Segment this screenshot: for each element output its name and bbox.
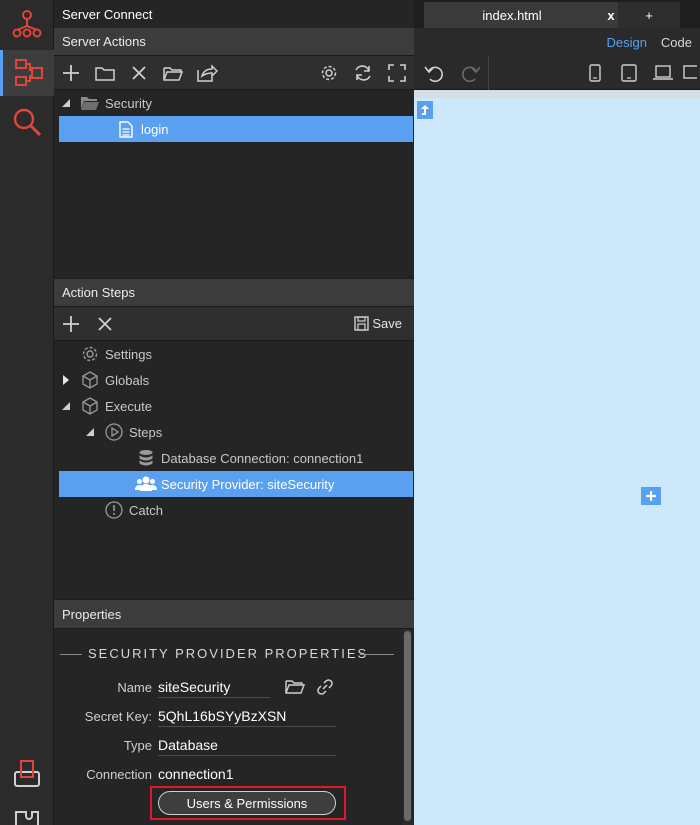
play-circle-icon	[103, 423, 125, 441]
save-label: Save	[372, 316, 402, 331]
link-icon[interactable]	[316, 678, 334, 696]
collapsed-arrow-icon[interactable]	[59, 375, 73, 385]
scrollbar-thumb[interactable]	[404, 631, 411, 821]
prop-type-row: Type Database	[62, 732, 352, 758]
browse-folder-icon[interactable]	[282, 679, 308, 695]
prop-connection-row: Connection connection1	[62, 761, 352, 787]
tree-item-login[interactable]: login	[59, 116, 413, 142]
search-icon[interactable]	[7, 102, 47, 142]
section-title: SECURITY PROVIDER PROPERTIES	[88, 646, 369, 661]
refresh-icon[interactable]	[346, 58, 380, 88]
tab-index-html[interactable]: index.html x	[424, 2, 622, 28]
properties-scrollbar[interactable]	[403, 629, 412, 825]
tab-label: index.html	[482, 7, 542, 23]
server-actions-toolbar	[54, 56, 414, 90]
users-permissions-button[interactable]: Users & Permissions	[158, 791, 336, 815]
prop-label: Secret Key:	[84, 708, 152, 724]
prop-label: Connection	[86, 766, 152, 782]
cube-icon	[79, 397, 101, 415]
secret-key-input[interactable]: 5QhL16bSYyBzXSN	[158, 705, 336, 727]
window-title: Server Connect	[54, 0, 414, 28]
step-label: Globals	[105, 372, 150, 388]
desktop-view-icon[interactable]	[680, 58, 700, 88]
new-tab-button[interactable]: +	[618, 2, 680, 28]
exclamation-circle-icon	[103, 501, 125, 519]
save-icon	[354, 316, 370, 331]
database-icon	[135, 449, 157, 467]
server-connect-icon[interactable]	[0, 50, 54, 96]
folder-open-icon	[79, 95, 101, 111]
expanded-arrow-icon[interactable]	[59, 98, 73, 108]
tree-label: Security	[105, 95, 152, 111]
step-catch[interactable]: Catch	[83, 497, 437, 523]
canvas-ruler	[414, 90, 700, 98]
name-input[interactable]: siteSecurity	[158, 676, 270, 698]
cube-icon	[79, 371, 101, 389]
step-database-connection[interactable]: Database Connection: connection1	[59, 445, 413, 471]
tablet-view-icon[interactable]	[612, 58, 646, 88]
step-steps[interactable]: Steps	[83, 419, 437, 445]
action-steps-tree: Settings Globals Execute Steps Database …	[54, 341, 414, 599]
properties-header: Properties	[54, 600, 414, 629]
step-label: Execute	[105, 398, 152, 414]
step-label: Catch	[129, 502, 163, 518]
prop-label: Name	[117, 679, 152, 695]
undo-icon[interactable]	[414, 58, 454, 88]
action-steps-toolbar: Save	[54, 307, 414, 341]
delete-icon[interactable]	[122, 58, 156, 88]
add-step-icon[interactable]	[54, 309, 88, 339]
delete-step-icon[interactable]	[88, 309, 122, 339]
step-settings[interactable]: Settings	[59, 341, 413, 367]
design-canvas[interactable]	[414, 98, 700, 825]
section-divider-right	[360, 654, 394, 655]
server-actions-tree: Security login	[54, 90, 414, 278]
gear-icon	[79, 345, 101, 363]
tree-label: login	[141, 121, 169, 137]
step-label: Steps	[129, 424, 163, 440]
editor-tabbar: index.html x +	[414, 0, 700, 28]
action-steps-header: Action Steps	[54, 279, 414, 307]
add-element-icon[interactable]	[641, 487, 661, 505]
mobile-view-icon[interactable]	[578, 58, 612, 88]
open-folder-icon[interactable]	[156, 58, 190, 88]
view-mode-bar: Design Code	[414, 28, 700, 56]
file-icon	[115, 120, 137, 138]
laptop-view-icon[interactable]	[646, 58, 680, 88]
expanded-arrow-icon[interactable]	[59, 401, 73, 411]
step-globals[interactable]: Globals	[59, 367, 413, 393]
tree-folder-security[interactable]: Security	[59, 90, 413, 116]
redo-icon[interactable]	[454, 58, 488, 88]
connection-select[interactable]: connection1	[158, 763, 336, 785]
share-icon[interactable]	[190, 58, 224, 88]
add-icon[interactable]	[54, 58, 88, 88]
section-divider-left	[60, 654, 82, 655]
users-icon	[135, 475, 157, 493]
save-button[interactable]: Save	[354, 316, 414, 331]
fullscreen-icon[interactable]	[380, 58, 414, 88]
gear-icon[interactable]	[312, 58, 346, 88]
step-label: Security Provider: siteSecurity	[161, 476, 335, 492]
select-parent-icon[interactable]	[417, 101, 433, 119]
prop-secret-key-row: Secret Key: 5QhL16bSYyBzXSN	[62, 703, 352, 729]
folder-icon[interactable]	[88, 58, 122, 88]
printer-icon[interactable]	[7, 754, 47, 794]
prop-name-row: Name siteSecurity	[62, 674, 352, 700]
step-label: Settings	[105, 346, 152, 362]
design-toolbar	[414, 55, 700, 90]
app-structure-icon[interactable]	[7, 4, 47, 44]
extensions-icon[interactable]	[7, 798, 47, 825]
step-security-provider[interactable]: Security Provider: siteSecurity	[59, 471, 413, 497]
step-execute[interactable]: Execute	[59, 393, 413, 419]
design-view-tab[interactable]: Design	[606, 35, 646, 50]
code-view-tab[interactable]: Code	[661, 35, 692, 50]
server-actions-header: Server Actions	[54, 28, 414, 56]
prop-label: Type	[123, 737, 152, 753]
expanded-arrow-icon[interactable]	[83, 427, 97, 437]
properties-panel: SECURITY PROVIDER PROPERTIES Name siteSe…	[54, 629, 414, 825]
icon-rail	[0, 0, 54, 825]
step-label: Database Connection: connection1	[161, 450, 364, 466]
type-select[interactable]: Database	[158, 734, 336, 756]
